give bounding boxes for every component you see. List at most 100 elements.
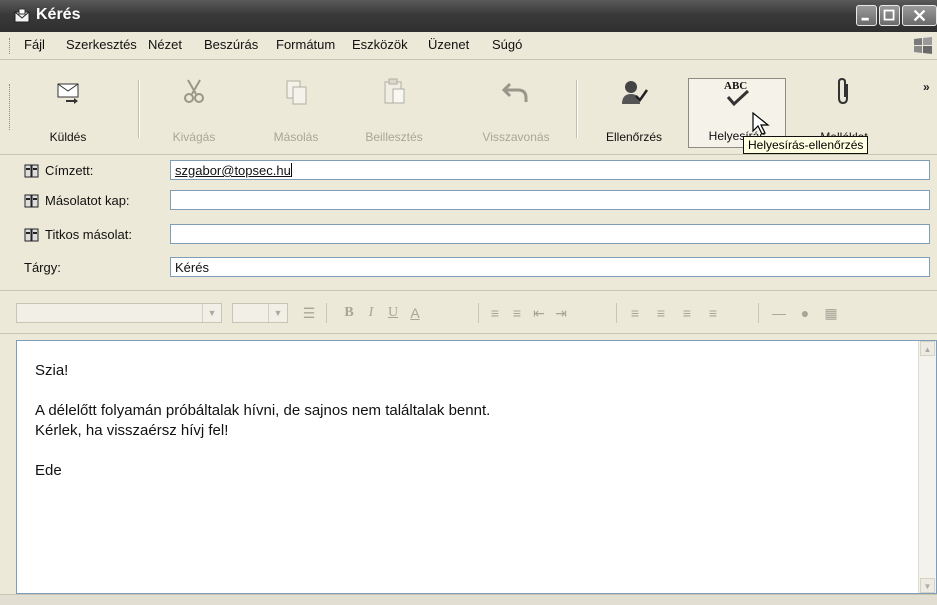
check-names-button[interactable]: Ellenőrzés bbox=[590, 72, 678, 152]
send-label: Küldés bbox=[49, 130, 87, 144]
body-line: Ede bbox=[35, 462, 62, 479]
window-title: Kérés bbox=[36, 6, 81, 23]
paste-button[interactable]: Beillesztés bbox=[350, 72, 438, 152]
spellcheck-icon: ABC bbox=[724, 80, 750, 107]
body-line bbox=[35, 381, 490, 401]
check-names-icon bbox=[622, 81, 649, 104]
body-line bbox=[35, 441, 490, 461]
font-family-select[interactable]: ▼ bbox=[16, 303, 222, 323]
close-button[interactable] bbox=[902, 5, 937, 26]
body-line: Kérlek, ha visszaérsz hívj fel! bbox=[35, 422, 229, 439]
chevron-down-icon: ▼ bbox=[268, 304, 287, 322]
bulleted-list-icon[interactable]: ≡ bbox=[508, 303, 526, 323]
send-icon bbox=[57, 83, 79, 104]
maximize-button[interactable] bbox=[879, 5, 900, 26]
bold-icon[interactable]: B bbox=[340, 303, 358, 323]
cut-button[interactable]: Kivágás bbox=[150, 72, 238, 152]
align-left-icon[interactable]: ≡ bbox=[626, 303, 644, 323]
subject-field[interactable]: Kérés bbox=[170, 257, 930, 277]
minimize-button[interactable] bbox=[856, 5, 877, 26]
scissors-icon bbox=[184, 79, 204, 103]
address-book-icon[interactable] bbox=[24, 228, 40, 242]
toolbar-separator bbox=[576, 80, 577, 138]
align-right-icon[interactable]: ≡ bbox=[678, 303, 696, 323]
undo-icon bbox=[501, 82, 528, 102]
cut-label: Kivágás bbox=[172, 130, 216, 144]
toolbar-separator bbox=[138, 80, 139, 138]
close-icon bbox=[913, 9, 926, 22]
menu-help[interactable]: Súgó bbox=[492, 37, 522, 52]
title-bar[interactable]: Kérés bbox=[0, 0, 937, 32]
copy-icon bbox=[286, 80, 307, 105]
subject-label: Tárgy: bbox=[24, 260, 61, 275]
address-book-icon[interactable] bbox=[24, 164, 40, 178]
scroll-down-icon[interactable]: ▼ bbox=[920, 578, 935, 593]
menu-insert[interactable]: Beszúrás bbox=[204, 37, 258, 52]
justify-icon[interactable]: ≡ bbox=[704, 303, 722, 323]
check-names-label: Ellenőrzés bbox=[605, 130, 663, 144]
menu-grip[interactable] bbox=[9, 38, 13, 54]
toolbar-overflow-chevron[interactable]: » bbox=[923, 80, 930, 94]
paste-label: Beillesztés bbox=[365, 130, 423, 144]
menu-view[interactable]: Nézet bbox=[148, 37, 182, 52]
message-body[interactable]: Szia! A délelőtt folyamán próbáltalak hí… bbox=[16, 340, 937, 594]
to-address: szgabor@topsec.hu bbox=[175, 163, 291, 178]
decrease-indent-icon[interactable]: ⇤ bbox=[530, 303, 548, 323]
paragraph-style-icon[interactable]: ☰ bbox=[300, 303, 318, 323]
bcc-field[interactable] bbox=[170, 224, 930, 244]
paperclip-icon bbox=[838, 77, 848, 105]
menu-file[interactable]: Fájl bbox=[24, 37, 45, 52]
cc-label: Másolatot kap: bbox=[45, 193, 130, 208]
to-field[interactable]: szgabor@topsec.hu bbox=[170, 160, 930, 180]
undo-button[interactable]: Visszavonás bbox=[466, 72, 566, 152]
font-color-icon[interactable]: A bbox=[406, 303, 424, 323]
message-text: Szia! A délelőtt folyamán próbáltalak hí… bbox=[35, 361, 490, 481]
menu-tools[interactable]: Eszközök bbox=[352, 37, 408, 52]
send-button[interactable]: Küldés bbox=[24, 72, 112, 152]
cc-row: Másolatot kap: bbox=[0, 188, 937, 214]
undo-label: Visszavonás bbox=[482, 130, 550, 144]
hyperlink-icon[interactable]: ● bbox=[796, 303, 814, 323]
bcc-label: Titkos másolat: bbox=[45, 227, 132, 242]
scroll-up-icon[interactable]: ▲ bbox=[920, 341, 935, 356]
vertical-scrollbar[interactable]: ▲ ▼ bbox=[918, 341, 936, 593]
align-center-icon[interactable]: ≡ bbox=[652, 303, 670, 323]
italic-icon[interactable]: I bbox=[362, 303, 380, 323]
to-label: Címzett: bbox=[45, 163, 94, 178]
format-separator bbox=[758, 303, 759, 323]
address-book-icon[interactable] bbox=[24, 194, 40, 208]
format-separator bbox=[616, 303, 617, 323]
menu-message[interactable]: Üzenet bbox=[428, 37, 469, 52]
increase-indent-icon[interactable]: ⇥ bbox=[552, 303, 570, 323]
format-toolbar: ▼ ▼ ☰ B I U A ≡ ≡ ⇤ ⇥ ≡ ≡ ≡ ≡ — ● ▦ bbox=[0, 290, 937, 334]
maximize-icon bbox=[883, 9, 895, 21]
text-caret bbox=[290, 163, 292, 177]
underline-icon[interactable]: U bbox=[384, 303, 402, 323]
insert-picture-icon[interactable]: ▦ bbox=[822, 303, 840, 323]
subject-row: Tárgy: Kérés bbox=[0, 255, 937, 281]
to-row: Címzett: szgabor@topsec.hu bbox=[0, 158, 937, 184]
cc-field[interactable] bbox=[170, 190, 930, 210]
bcc-row: Titkos másolat: bbox=[0, 222, 937, 248]
compose-window: Kérés Fájl Szerkesztés Nézet Beszúrás Fo… bbox=[0, 0, 937, 605]
envelope-icon bbox=[14, 8, 30, 23]
copy-label: Másolás bbox=[273, 130, 319, 144]
toolbar-grip[interactable] bbox=[9, 84, 13, 130]
format-separator bbox=[326, 303, 327, 323]
status-bar bbox=[0, 594, 937, 605]
svg-text:ABC: ABC bbox=[724, 80, 747, 92]
format-separator bbox=[478, 303, 479, 323]
horizontal-line-icon[interactable]: — bbox=[770, 303, 788, 323]
copy-button[interactable]: Másolás bbox=[252, 72, 340, 152]
windows-logo-icon bbox=[914, 37, 932, 54]
body-line: Szia! bbox=[35, 362, 69, 379]
paste-icon bbox=[384, 78, 405, 104]
menu-edit[interactable]: Szerkesztés bbox=[66, 37, 137, 52]
numbered-list-icon[interactable]: ≡ bbox=[486, 303, 504, 323]
spelling-tooltip: Helyesírás-ellenőrzés bbox=[743, 136, 869, 154]
font-size-select[interactable]: ▼ bbox=[232, 303, 288, 323]
mouse-cursor-icon bbox=[752, 112, 770, 135]
minimize-icon bbox=[861, 17, 869, 21]
menu-format[interactable]: Formátum bbox=[276, 37, 335, 52]
menu-bar: Fájl Szerkesztés Nézet Beszúrás Formátum… bbox=[0, 32, 937, 60]
